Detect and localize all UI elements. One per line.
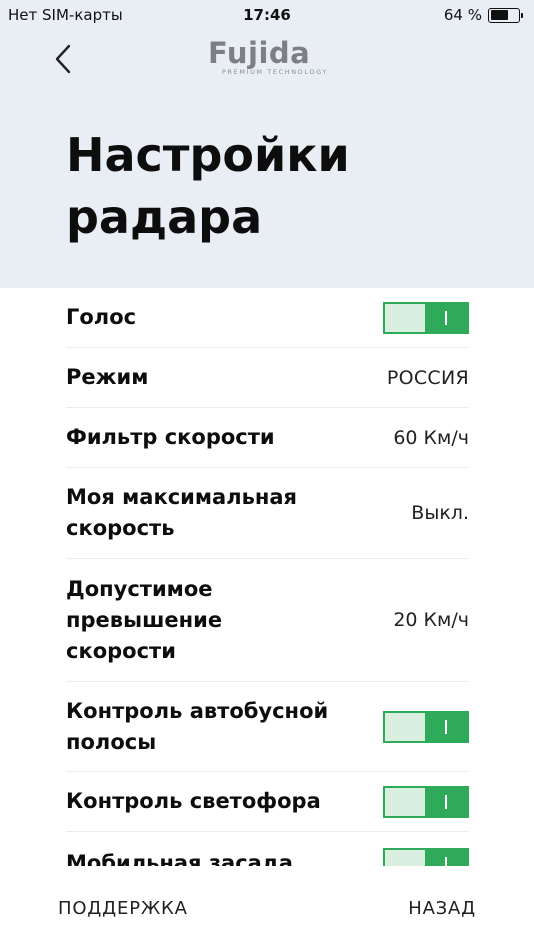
toggle-track (385, 303, 425, 332)
setting-label: Мобильная засада (66, 851, 293, 866)
toggle-on-mark (444, 857, 448, 866)
support-button[interactable]: ПОДДЕРЖКА (58, 898, 188, 919)
back-link-button[interactable]: НАЗАД (408, 898, 476, 919)
setting-row-max-speed[interactable]: Моя максимальная скорость Выкл. (66, 468, 469, 559)
bus-lane-toggle[interactable] (383, 710, 469, 743)
setting-row-speed-filter[interactable]: Фильтр скорости 60 Км/ч (66, 408, 469, 468)
toggle-track (385, 712, 425, 741)
page-title: Настройки радара (66, 128, 350, 244)
fujida-logo: Fujida PREMIUM TECHNOLOGY (208, 36, 328, 84)
toggle-knob (425, 787, 467, 816)
setting-label: Допустимое превышение скорости (66, 576, 223, 663)
setting-row-mobile-ambush: Мобильная засада (66, 832, 469, 866)
setting-row-traffic-light: Контроль светофора (66, 772, 469, 832)
speed-filter-value[interactable]: 60 Км/ч (393, 427, 469, 449)
allowed-excess-value[interactable]: 20 Км/ч (393, 609, 469, 631)
toggle-track (385, 787, 425, 816)
setting-label: Фильтр скорости (66, 425, 275, 449)
battery-level-fill (490, 10, 508, 20)
toggle-knob (425, 303, 467, 332)
setting-row-allowed-excess[interactable]: Допустимое превышение скорости 20 Км/ч (66, 559, 469, 682)
traffic-light-toggle[interactable] (383, 785, 469, 818)
toggle-knob (425, 712, 467, 741)
chevron-left-icon (55, 44, 71, 74)
setting-label: Режим (66, 365, 149, 389)
mode-value[interactable]: РОССИЯ (387, 367, 469, 389)
setting-label: Контроль автобусной полосы (66, 698, 329, 754)
setting-label: Моя максимальная скорость (66, 485, 298, 540)
toggle-on-mark (444, 794, 448, 809)
battery-icon (488, 7, 523, 23)
setting-row-mode[interactable]: Режим РОССИЯ (66, 348, 469, 408)
setting-label: Контроль светофора (66, 789, 321, 813)
back-button[interactable] (46, 40, 82, 78)
voice-toggle[interactable] (383, 301, 469, 334)
status-bar: Нет SIM-карты 17:46 64 % (0, 0, 534, 30)
toggle-on-mark (444, 310, 448, 325)
setting-row-voice: Голос (66, 288, 469, 348)
toggle-track (385, 850, 425, 866)
logo-tagline: PREMIUM TECHNOLOGY (222, 68, 328, 76)
battery-status: 64 % (443, 6, 523, 24)
toggle-on-mark (444, 719, 448, 734)
bottom-bar: ПОДДЕРЖКА НАЗАД (0, 866, 534, 950)
setting-row-bus-lane: Контроль автобусной полосы (66, 682, 469, 772)
settings-list[interactable]: Голос Режим РОССИЯ Фильтр скорости 60 Км… (66, 288, 469, 866)
setting-label: Голос (66, 305, 137, 329)
toggle-knob (425, 850, 467, 866)
logo-wordmark: Fujida (208, 36, 311, 70)
mobile-ambush-toggle[interactable] (383, 848, 469, 866)
max-speed-value[interactable]: Выкл. (411, 502, 469, 524)
battery-percent: 64 % (443, 6, 482, 24)
